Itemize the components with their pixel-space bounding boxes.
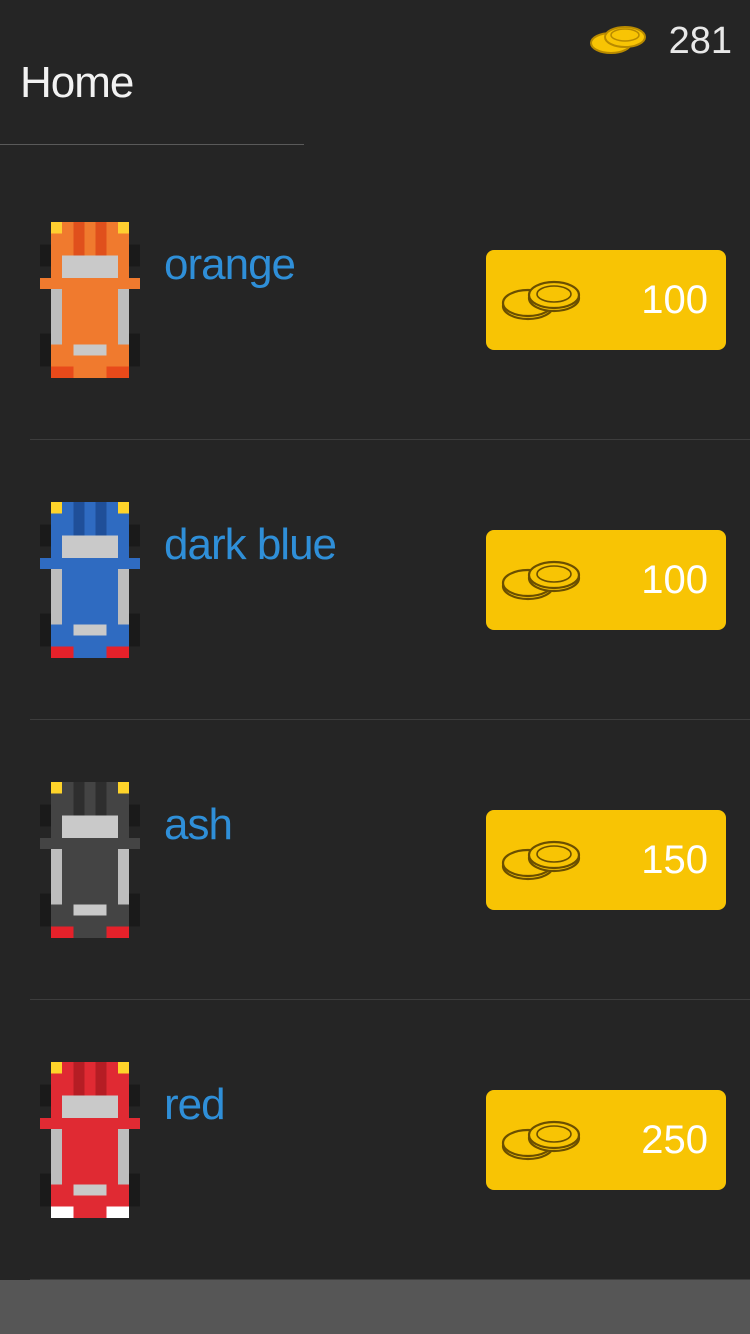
car-row: dark blue 100: [0, 440, 750, 720]
coins-icon: [500, 834, 584, 891]
car-row: orange 100: [0, 160, 750, 440]
car-row: red 250: [0, 1000, 750, 1280]
price-label: 150: [641, 838, 708, 882]
price-label: 250: [641, 1118, 708, 1162]
car-sprite: [40, 1062, 140, 1218]
car-row: ash 150: [0, 720, 750, 1000]
price-label: 100: [641, 558, 708, 602]
coins-icon: [500, 274, 584, 331]
buy-button[interactable]: 100: [486, 250, 726, 350]
car-sprite: [40, 782, 140, 938]
car-sprite: [40, 502, 140, 658]
bottom-bar: [0, 1280, 750, 1334]
car-name: red: [164, 1080, 226, 1129]
car-list: orange 100 dark blue 100 ash 150 red 250: [0, 160, 750, 1280]
header-divider: [0, 144, 304, 145]
buy-button[interactable]: 150: [486, 810, 726, 910]
buy-button[interactable]: 100: [486, 530, 726, 630]
car-name: orange: [164, 240, 296, 289]
buy-button[interactable]: 250: [486, 1090, 726, 1190]
car-name: ash: [164, 800, 233, 849]
car-sprite: [40, 222, 140, 378]
price-label: 100: [641, 278, 708, 322]
coin-count: 281: [668, 20, 732, 62]
coins-icon: [589, 21, 649, 62]
coins-icon: [500, 1114, 584, 1171]
coins-icon: [500, 554, 584, 611]
header-title: Home: [20, 58, 134, 107]
car-name: dark blue: [164, 520, 337, 569]
coin-balance: 281: [589, 20, 732, 63]
